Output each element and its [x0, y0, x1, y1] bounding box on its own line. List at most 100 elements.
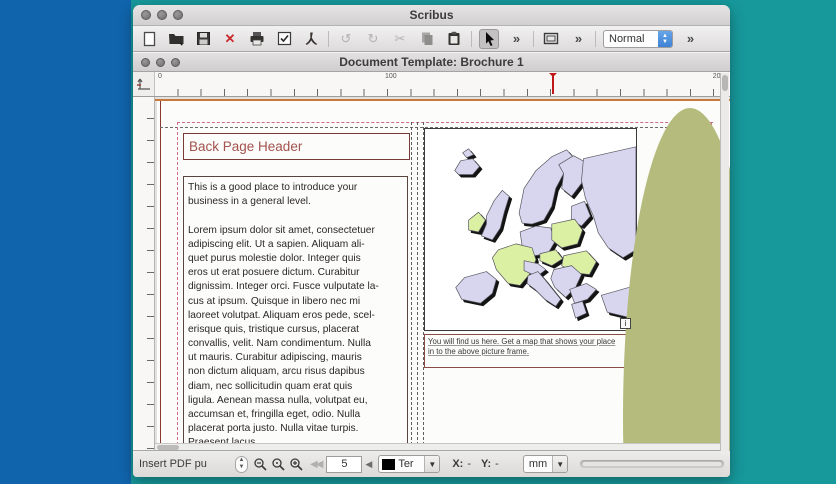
zoom-level-stepper[interactable]: ▲ ▼ — [235, 456, 248, 473]
stepper-down-icon: ▼ — [239, 464, 245, 471]
chevron-more-icon: » — [575, 31, 581, 46]
zoom-out-icon — [253, 457, 267, 471]
y-coordinate: Y:- — [481, 458, 499, 470]
statusbar-hint: Insert PDF pu — [139, 458, 235, 470]
document-titlebar: Document Template: Brochure 1 — [133, 52, 730, 72]
scribus-app-window: Scribus ✕ — [133, 5, 730, 477]
margin-guide-top — [177, 122, 713, 123]
body-text-line: ut mauris. Curabitur adipiscing, mauris — [188, 351, 405, 365]
layer-name: Ter — [398, 458, 424, 470]
copy-button[interactable] — [417, 29, 437, 49]
body-text-line: quet purus molestie dolor. Integer quis — [188, 252, 405, 266]
scrollbar-groove — [583, 462, 721, 466]
toolbar-separator — [533, 31, 534, 47]
next-page-button[interactable]: ◀ — [365, 459, 372, 470]
body-text-line — [188, 209, 405, 223]
new-document-icon — [142, 31, 157, 47]
view-mode-select[interactable]: Normal ▲▼ — [603, 30, 673, 48]
body-text-line: convallis, velit. Nam condimentum. Nulla — [188, 337, 405, 351]
first-page-button[interactable]: ◀◀ — [310, 459, 321, 470]
annotation-badge[interactable]: i — [620, 318, 631, 329]
header-text: Back Page Header — [189, 139, 302, 154]
hscroll-thumb[interactable] — [157, 445, 179, 450]
x-value: - — [467, 458, 471, 470]
y-label: Y: — [481, 458, 491, 470]
zoom-out-button[interactable] — [252, 456, 268, 472]
body-text-line: placerat porta justo. Nulla vitae turpis… — [188, 422, 405, 436]
save-document-button[interactable] — [193, 29, 213, 49]
chevron-more-icon: » — [687, 31, 693, 46]
canvas-horizontal-scrollbar[interactable] — [155, 443, 721, 450]
document-canvas[interactable]: Back Page Header This is a good place to… — [133, 97, 730, 450]
body-text-line: eros ut erat posuere dictum. Curabitur — [188, 266, 405, 280]
select-item-tool-button[interactable] — [479, 29, 499, 49]
canvas-vertical-scrollbar[interactable] — [720, 73, 729, 451]
map-image-frame[interactable] — [424, 128, 637, 331]
cursor-position-marker — [552, 74, 554, 94]
x-label: X: — [452, 458, 463, 470]
print-document-button[interactable] — [247, 29, 267, 49]
toolbar-separator — [595, 31, 596, 47]
layer-dropdown-button[interactable]: ▼ — [424, 455, 439, 473]
ruler-origin-corner[interactable] — [133, 72, 155, 96]
undo-icon: ↺ — [341, 32, 352, 45]
layer-selector[interactable]: Ter ▼ — [378, 455, 440, 473]
redo-icon: ↻ — [368, 32, 379, 45]
y-value: - — [495, 458, 499, 470]
zoom-in-button[interactable] — [288, 456, 304, 472]
toolbar-overflow-button[interactable]: » — [680, 29, 700, 49]
insert-frame-tool-button[interactable] — [541, 29, 561, 49]
body-text-line: accumsan et, fringilla eget, odio. Nulla — [188, 408, 405, 422]
unit-dropdown-button[interactable]: ▼ — [552, 455, 567, 473]
save-as-pdf-button[interactable] — [301, 29, 321, 49]
toolbar-more-frames-button[interactable]: » — [568, 29, 588, 49]
statusbar-scrollbar[interactable] — [580, 460, 724, 468]
next-page-icon: ◀ — [365, 459, 372, 469]
unit-selector[interactable]: mm ▼ — [523, 455, 568, 473]
body-text-frame[interactable]: This is a good place to introduce yourbu… — [183, 176, 408, 448]
margin-guide-left — [177, 122, 178, 445]
cut-button[interactable]: ✂ — [390, 29, 410, 49]
unit-value: mm — [524, 458, 552, 470]
toolbar-separator — [328, 31, 329, 47]
chevron-more-icon: » — [513, 31, 519, 46]
zoom-in-icon — [289, 457, 303, 471]
caption-line: in to the above picture frame. — [428, 347, 632, 357]
paste-button[interactable] — [444, 29, 464, 49]
body-text-line: erisque quis, tristique cursus, placerat — [188, 323, 405, 337]
x-coordinate: X:- — [452, 458, 471, 470]
first-page-icon: ◀◀ — [310, 459, 321, 470]
column-guide — [417, 122, 418, 445]
layer-color-swatch — [382, 459, 395, 470]
preflight-verifier-button[interactable] — [274, 29, 294, 49]
vscroll-thumb[interactable] — [722, 75, 728, 91]
undo-button[interactable]: ↺ — [336, 29, 356, 49]
close-document-button[interactable]: ✕ — [220, 29, 240, 49]
zoom-100-icon — [271, 457, 285, 471]
ruler-label: 100 — [385, 73, 397, 80]
horizontal-ruler: 0 100 200 — [155, 72, 730, 96]
annotation-badge-label: i — [625, 319, 627, 328]
ruler-row: 0 100 200 — [133, 72, 730, 97]
zoom-100-button[interactable] — [270, 456, 286, 472]
body-text-line: dignissim. Integer orci. Fusce vulputate… — [188, 280, 405, 294]
open-document-button[interactable] — [166, 29, 186, 49]
body-text-line: ligula. Aenean massa nulla, volutpat eu, — [188, 394, 405, 408]
chevron-down-icon: ▼ — [556, 460, 564, 469]
header-text-frame[interactable]: Back Page Header — [183, 133, 410, 160]
statusbar: Insert PDF pu ▲ ▼ — [133, 450, 730, 477]
checkbox-check-icon — [277, 31, 292, 46]
europe-map-image — [425, 129, 636, 330]
select-stepper-icon: ▲▼ — [658, 30, 672, 48]
close-x-icon: ✕ — [225, 32, 236, 45]
new-document-button[interactable] — [139, 29, 159, 49]
toolbar-more-tools-button[interactable]: » — [506, 29, 526, 49]
main-toolbar: ✕ ↺ ↻ ✂ — [133, 26, 730, 52]
redo-button[interactable]: ↻ — [363, 29, 383, 49]
ruler-origin-icon — [136, 76, 152, 92]
caption-text-frame[interactable]: You will find us here. Get a map that sh… — [424, 334, 636, 368]
body-text: This is a good place to introduce yourbu… — [188, 181, 405, 448]
page-number-input[interactable]: 5 — [326, 456, 362, 473]
save-floppy-icon — [196, 31, 211, 46]
ruler-label: 0 — [158, 73, 162, 80]
